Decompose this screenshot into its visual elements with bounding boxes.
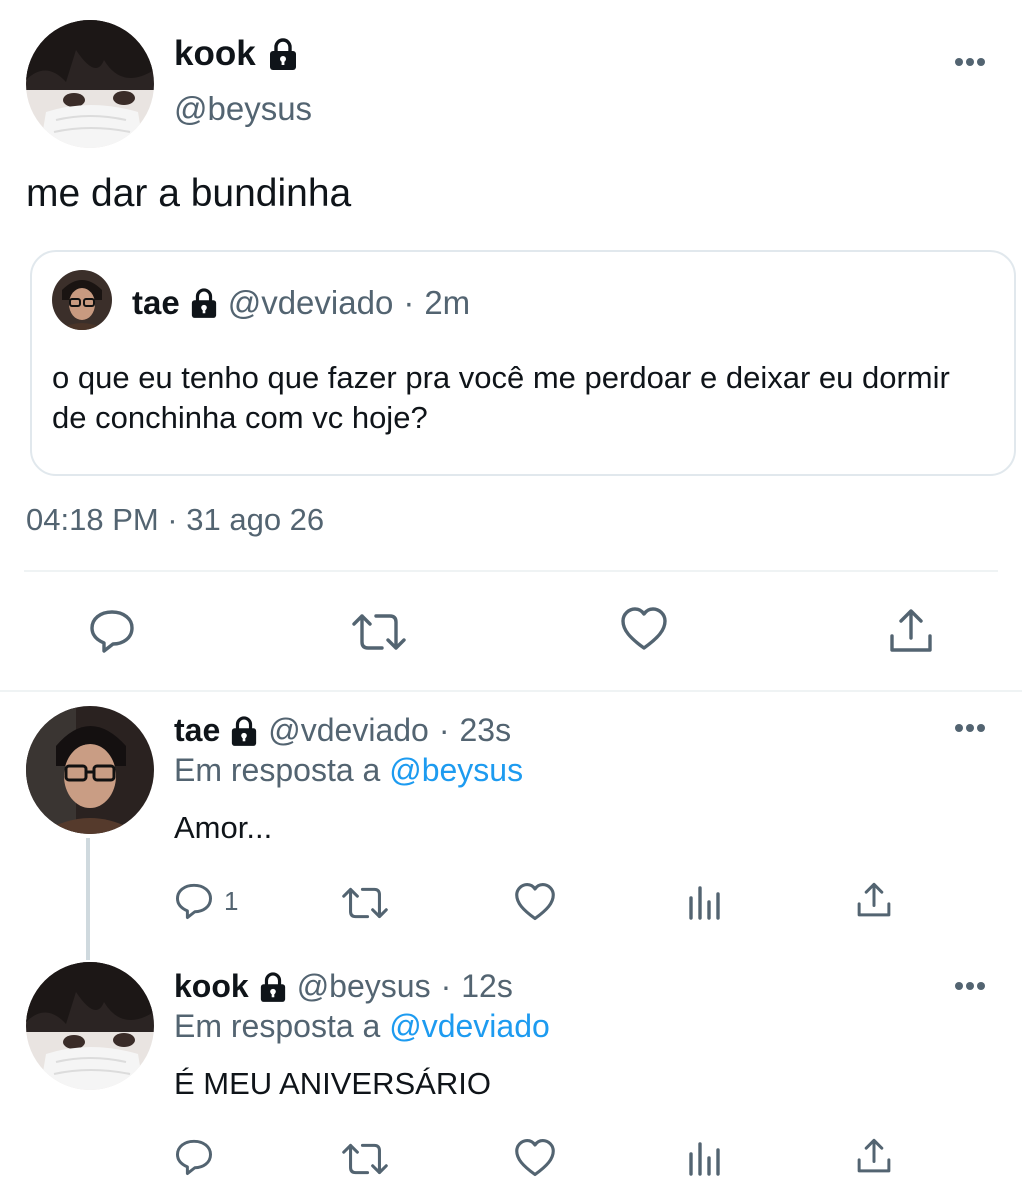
reply-text: É MEU ANIVERSÁRIO [174, 1066, 491, 1101]
reply-separator: · [440, 968, 452, 1004]
like-button[interactable] [514, 1138, 556, 1178]
more-icon[interactable] [954, 722, 986, 734]
share-icon [890, 609, 932, 652]
reply-button[interactable]: 1 [174, 882, 238, 920]
analytics-icon [689, 1142, 720, 1176]
thread-line [86, 838, 90, 960]
reply-author-handle[interactable]: @beysus [297, 968, 431, 1005]
reply-text: Amor... [174, 810, 273, 845]
retweet-icon [342, 887, 388, 919]
share-button[interactable] [856, 882, 892, 918]
quoted-header: tae @vdeviado · 2m [132, 284, 470, 322]
reply-time[interactable]: 12s [461, 968, 513, 1005]
reply-time[interactable]: 23s [459, 712, 511, 749]
like-icon [515, 1139, 555, 1177]
avatar-kook-image [26, 20, 154, 148]
like-icon [621, 607, 667, 650]
reply-button[interactable] [88, 608, 136, 654]
reply-to-link[interactable]: @beysus [389, 752, 523, 788]
analytics-button[interactable] [688, 1140, 722, 1176]
avatar-tae-image [26, 706, 154, 834]
analytics-button[interactable] [688, 884, 722, 920]
share-button[interactable] [856, 1138, 892, 1174]
avatar-tae[interactable] [26, 706, 154, 834]
reply-to-prefix: Em resposta a [174, 752, 381, 788]
reply-icon [175, 1139, 213, 1176]
lock-icon [191, 288, 216, 318]
quoted-avatar-tae[interactable] [52, 270, 112, 330]
reply-author-name[interactable]: kook [174, 968, 249, 1005]
author-name[interactable]: kook [174, 34, 256, 74]
section-divider [0, 690, 1022, 692]
quoted-tweet-text: o que eu tenho que fazer pra você me per… [52, 360, 950, 435]
like-icon [515, 883, 555, 921]
reply-icon [175, 883, 213, 920]
quoted-time[interactable]: 2m [424, 284, 470, 322]
reply-to-line: Em resposta a @vdeviado [174, 1008, 550, 1045]
more-icon[interactable] [954, 56, 986, 68]
reply-to-link[interactable]: @vdeviado [389, 1008, 550, 1044]
divider [24, 570, 998, 572]
more-icon[interactable] [954, 980, 986, 992]
retweet-button[interactable] [342, 886, 388, 920]
reply-button[interactable] [174, 1138, 224, 1176]
lock-icon [232, 715, 257, 746]
reply-author-handle[interactable]: @vdeviado [268, 712, 429, 749]
quoted-avatar-tae-image [52, 270, 112, 330]
avatar-kook-image [26, 962, 154, 1090]
avatar-kook[interactable] [26, 962, 154, 1090]
reply-icon [90, 610, 134, 653]
reply-to-line: Em resposta a @beysus [174, 752, 523, 789]
reply-count: 1 [224, 885, 239, 916]
tweet-timestamp[interactable]: 04:18 PM · 31 ago 26 [26, 502, 324, 538]
share-icon [857, 1138, 891, 1173]
retweet-icon [352, 614, 406, 650]
retweet-icon [342, 1143, 388, 1175]
lock-icon [269, 38, 296, 70]
reply-author-name[interactable]: tae [174, 712, 220, 749]
reply-header: kook @beysus · 12s [174, 968, 513, 1005]
author-name-row: kook [174, 34, 298, 74]
quoted-author-name[interactable]: tae [132, 284, 180, 322]
retweet-button[interactable] [342, 1142, 388, 1176]
avatar-kook[interactable] [26, 20, 154, 148]
share-icon [857, 882, 891, 917]
reply-to-prefix: Em resposta a [174, 1008, 381, 1044]
quoted-separator: · [403, 284, 415, 321]
author-handle[interactable]: @beysus [174, 90, 312, 128]
share-button[interactable] [888, 608, 934, 654]
reply-separator: · [438, 712, 450, 748]
tweet-text: me dar a bundinha [26, 172, 352, 215]
lock-icon [260, 971, 285, 1002]
like-button[interactable] [620, 606, 668, 652]
analytics-icon [689, 886, 720, 920]
reply-header: tae @vdeviado · 23s [174, 712, 511, 749]
like-button[interactable] [514, 882, 556, 922]
quoted-author-handle[interactable]: @vdeviado [228, 284, 394, 322]
retweet-button[interactable] [352, 612, 406, 652]
